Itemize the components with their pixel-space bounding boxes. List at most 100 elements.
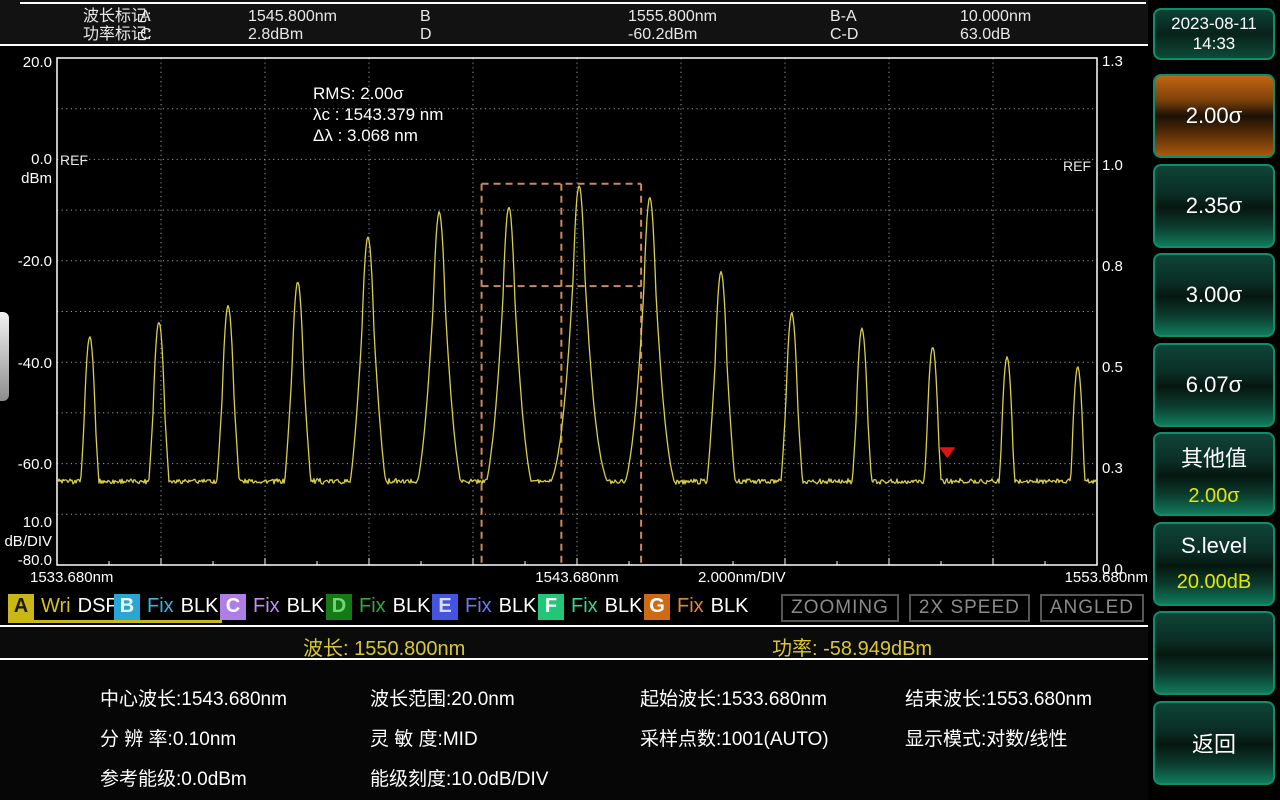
marker-b-value: 1555.800nm	[628, 9, 717, 25]
trace-mode: Fix	[359, 595, 386, 618]
trace-status: BLK	[393, 595, 431, 618]
sidebar-button-sigma-2-00[interactable]: 2.00σ	[1153, 74, 1275, 158]
rms-analysis-annotation: RMS: 2.00σλc : 1543.379 nmΔλ : 3.068 nm	[313, 83, 443, 146]
trace-badge-d: D	[326, 594, 352, 620]
marker-c-value: 2.8dBm	[248, 27, 303, 43]
x-axis-tick: 1533.680nm	[30, 570, 113, 586]
marker-d-value: -60.2dBm	[628, 27, 697, 43]
setting-cell: 参考能级:0.0dBm	[100, 764, 247, 791]
setting-cell: 起始波长:1533.680nm	[640, 684, 827, 711]
marker-b-name: B	[420, 9, 431, 25]
sidebar-button-value: 20.00dB	[1177, 571, 1252, 594]
trace-chip-g: GFixBLK	[644, 593, 748, 620]
trace-mode: Fix	[571, 595, 598, 618]
trace-badge-c: C	[220, 594, 246, 620]
status-flag-angled: ANGLED	[1040, 594, 1144, 622]
sidebar-button-label: 2.35σ	[1186, 193, 1242, 219]
marker-a-value: 1545.800nm	[248, 9, 337, 25]
ref-level-label-right: REF	[1063, 158, 1091, 174]
marker-cd-value: 63.0dB	[960, 27, 1011, 43]
trace-status: BLK	[711, 595, 749, 618]
active-trace-underline	[8, 620, 222, 623]
sidebar-button-label: 3.00σ	[1186, 282, 1242, 308]
sidebar-button-blank[interactable]	[1153, 611, 1275, 695]
sidebar-button-back[interactable]: 返回	[1153, 701, 1275, 785]
setting-cell: 波长范围:20.0nm	[370, 684, 515, 711]
y-axis-tick-right: 1.0	[1102, 158, 1123, 174]
spectrum-chart: REF REF RMS: 2.00σλc : 1543.379 nmΔλ : 3…	[0, 52, 1148, 592]
status-flags: ZOOMING 2X SPEED ANGLED	[781, 594, 1144, 622]
trace-status: BLK	[499, 595, 537, 618]
readout-power-value: -58.949dBm	[823, 638, 932, 660]
header-top-divider	[20, 2, 1146, 4]
trace-status: BLK	[605, 595, 643, 618]
marker-c-name: C	[140, 27, 152, 43]
setting-cell: 分 辨 率:0.10nm	[100, 724, 236, 751]
setting-cell: 中心波长:1543.680nm	[100, 684, 287, 711]
side-drawer-handle[interactable]	[0, 312, 9, 401]
marker-ba-value: 10.000nm	[960, 9, 1031, 25]
setting-cell: 结束波长:1553.680nm	[905, 684, 1092, 711]
x-axis-tick: 1543.680nm	[535, 570, 618, 586]
sidebar-button-sigma-3-00[interactable]: 3.00σ	[1153, 253, 1275, 337]
annotation-line: Δλ : 3.068 nm	[313, 125, 443, 146]
spectrum-plot	[0, 52, 1148, 592]
trace-mode: Fix	[465, 595, 492, 618]
marker-a-name: A	[140, 9, 151, 25]
setting-cell: 灵 敏 度:MID	[370, 724, 478, 751]
measurement-settings-panel: 中心波长:1543.680nm 波长范围:20.0nm 起始波长:1533.680n…	[0, 660, 1148, 800]
x-axis-tick: 1553.680nm	[1065, 570, 1148, 586]
trace-mode: Fix	[147, 595, 174, 618]
softkey-sidebar: 2023-08-11 14:33 2.00σ 2.35σ 3.00σ 6.07σ 其他值…	[1150, 0, 1280, 800]
trace-status: DSP	[78, 595, 119, 618]
status-flag-zooming: ZOOMING	[781, 594, 899, 622]
setting-cell: 显示模式:对数/线性	[905, 724, 1068, 751]
trace-mode: Fix	[253, 595, 280, 618]
setting-cell: 采样点数:1001(AUTO)	[640, 724, 829, 751]
sidebar-button-other-value[interactable]: 其他值 2.00σ	[1153, 432, 1275, 516]
trace-chip-d: D Fix BLK	[326, 593, 430, 620]
axis-ticks	[109, 558, 1045, 565]
y-axis-tick-left: -60.0	[0, 457, 52, 473]
sidebar-button-sigma-6-07[interactable]: 6.07σ	[1153, 343, 1275, 427]
sidebar-button-value: 2.00σ	[1188, 485, 1239, 508]
trace-status: BLK	[287, 595, 325, 618]
sidebar-button-label: 2.00σ	[1186, 103, 1242, 129]
datetime-display: 2023-08-11 14:33	[1153, 8, 1275, 60]
y-axis-tick-right: 0.3	[1102, 461, 1123, 477]
y-axis-tick-right: 0.5	[1102, 360, 1123, 376]
y-axis-tick-left: 20.0	[0, 55, 52, 71]
readout-wavelength-label: 波长:	[303, 638, 349, 660]
sidebar-button-label: 6.07σ	[1186, 372, 1242, 398]
sidebar-button-sigma-2-35[interactable]: 2.35σ	[1153, 164, 1275, 248]
trace-chip-e: E Fix BLK	[432, 593, 536, 620]
readout-power-label: 功率:	[772, 638, 818, 660]
sidebar-button-label: 其他值	[1181, 441, 1247, 473]
trace-status: BLK	[181, 595, 219, 618]
trace-chip-b: B Fix BLK	[114, 593, 218, 620]
grid-lines	[57, 58, 1097, 565]
readout-wavelength-value: 1550.800nm	[354, 638, 465, 660]
sidebar-button-label: S.level	[1181, 533, 1247, 559]
header-bottom-divider	[0, 44, 1148, 46]
marker-triangle-icon	[939, 447, 955, 458]
sidebar-button-label: 返回	[1192, 727, 1236, 759]
trace-badge-e: E	[432, 594, 458, 620]
trace-chip-c: C Fix BLK	[220, 593, 324, 620]
trace-badge-f: F	[538, 594, 564, 620]
y-axis-tick-right: 0.8	[1102, 259, 1123, 275]
trace-legend-row: AWriDSPBFixBLKCFixBLKDFixBLKEFixBLKFFixB…	[0, 592, 1148, 625]
y-axis-tick-left: 0.0	[0, 152, 52, 168]
trace-mode: Wri	[41, 595, 71, 618]
annotation-line: λc : 1543.379 nm	[313, 104, 443, 125]
trace-badge-b: B	[114, 594, 140, 620]
trace-chip-f: F Fix BLK	[538, 593, 642, 620]
status-flag-2x-speed: 2X SPEED	[909, 594, 1030, 622]
y-axis-tick-left: dB/DIV	[0, 534, 52, 550]
y-axis-tick-right: 1.3	[1102, 54, 1123, 70]
cursor-readout-bar: 波长: 1550.800nm 功率: -58.949dBm	[0, 627, 1148, 658]
setting-cell: 能级刻度:10.0dB/DIV	[370, 764, 548, 791]
sidebar-button-s-level[interactable]: S.level 20.00dB	[1153, 522, 1275, 606]
time-text: 14:33	[1193, 34, 1236, 54]
x-axis-tick: 2.000nm/DIV	[698, 570, 786, 586]
